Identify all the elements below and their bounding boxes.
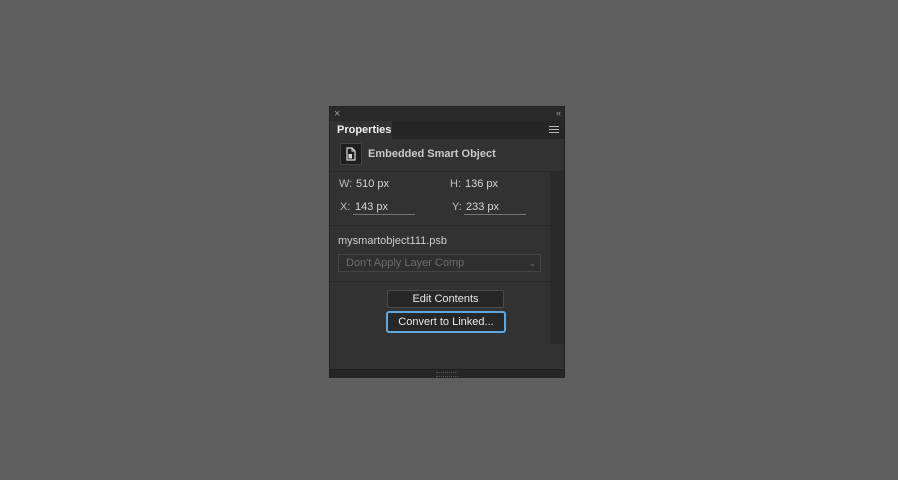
panel-tabbar: Properties	[330, 121, 564, 139]
width-label: W:	[339, 178, 353, 190]
x-field[interactable]: 143 px	[353, 200, 415, 215]
smart-object-icon	[340, 143, 362, 165]
x-label: X:	[340, 201, 351, 213]
height-value[interactable]: 136 px	[465, 178, 498, 190]
close-icon[interactable]: ×	[334, 108, 340, 120]
properties-panel: × ‹‹ Properties Embedded Smart Object W:…	[329, 106, 565, 378]
divider	[330, 281, 550, 282]
smart-object-header: Embedded Smart Object	[330, 139, 564, 172]
filename: mysmartobject111.psb	[338, 235, 448, 247]
collapse-panel-icon[interactable]: ‹‹	[556, 107, 561, 119]
layer-comp-selected: Don't Apply Layer Comp	[346, 257, 465, 269]
panel-resize-bar[interactable]	[330, 369, 564, 378]
height-label: H:	[450, 178, 461, 190]
convert-to-linked-button[interactable]: Convert to Linked...	[386, 311, 506, 333]
divider	[330, 225, 550, 226]
y-label: Y:	[452, 201, 462, 213]
chevron-down-icon: ⌄	[528, 258, 536, 268]
layer-comp-select[interactable]: Don't Apply Layer Comp ⌄	[338, 254, 541, 272]
header-title: Embedded Smart Object	[368, 148, 496, 160]
panel-titlebar: × ‹‹	[330, 107, 564, 121]
scrollbar[interactable]	[550, 172, 564, 344]
resize-grip-icon[interactable]	[436, 372, 458, 377]
tab-properties[interactable]: Properties	[330, 121, 392, 139]
edit-contents-button[interactable]: Edit Contents	[387, 290, 504, 308]
y-field[interactable]: 233 px	[464, 200, 526, 215]
width-value[interactable]: 510 px	[356, 178, 389, 190]
panel-menu-icon[interactable]	[549, 126, 559, 134]
